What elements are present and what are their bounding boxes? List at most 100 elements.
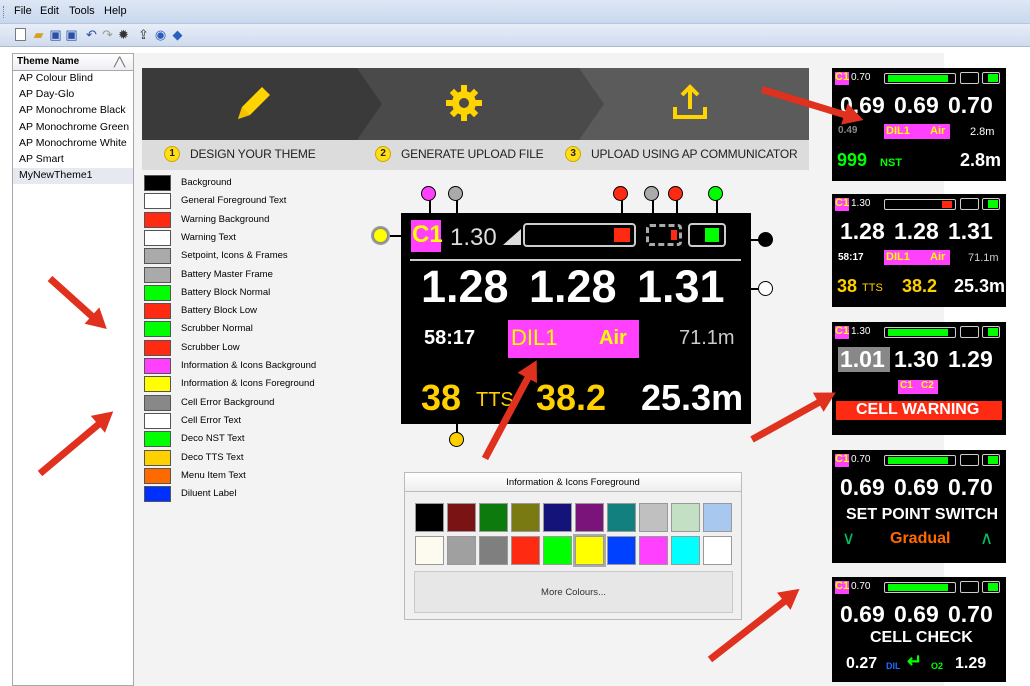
- screen-value-2: 1.29: [955, 655, 987, 672]
- colour-cell[interactable]: [607, 503, 636, 532]
- info-fg-marker[interactable]: [373, 228, 388, 243]
- help-icon[interactable]: ◉: [153, 27, 168, 42]
- colour-cell[interactable]: [511, 536, 540, 565]
- colour-cell[interactable]: [415, 503, 444, 532]
- colour-cell[interactable]: [703, 503, 732, 532]
- menu-file[interactable]: File: [14, 5, 32, 17]
- setpoint-marker[interactable]: [448, 186, 463, 201]
- colour-swatch[interactable]: [144, 266, 171, 283]
- colour-setting-label: Background: [181, 177, 232, 188]
- colour-swatch[interactable]: [144, 284, 171, 301]
- colour-swatch[interactable]: [144, 449, 171, 466]
- colour-swatch[interactable]: [144, 358, 171, 374]
- colour-cell[interactable]: [607, 536, 636, 565]
- tts-text-marker[interactable]: [449, 432, 464, 447]
- colour-swatch[interactable]: [144, 467, 171, 484]
- colour-swatch[interactable]: [144, 412, 171, 429]
- settings-icon[interactable]: ✹: [116, 27, 131, 42]
- save-icon[interactable]: ▣: [48, 27, 63, 42]
- screen-ppo2: 0.70: [948, 601, 993, 627]
- colour-setting-label: Cell Error Text: [181, 414, 242, 426]
- theme-item[interactable]: AP Monochrome Green: [13, 120, 133, 136]
- theme-list-header[interactable]: Theme Name ╱╲: [13, 54, 133, 71]
- colour-cell[interactable]: [543, 536, 572, 565]
- more-colours-button[interactable]: More Colours...: [414, 571, 733, 613]
- colour-setting-label: Battery Block Normal: [181, 286, 271, 298]
- colour-cell[interactable]: [415, 536, 444, 565]
- colour-swatch[interactable]: [144, 193, 171, 210]
- colour-cell[interactable]: [639, 503, 668, 532]
- menu-edit[interactable]: Edit: [40, 5, 59, 17]
- colour-cell[interactable]: [703, 536, 732, 565]
- colour-swatch[interactable]: [144, 376, 171, 393]
- theme-item[interactable]: MyNewTheme1: [13, 168, 133, 185]
- menu-help[interactable]: Help: [104, 5, 127, 17]
- redo-icon[interactable]: ↷: [100, 27, 115, 42]
- scrubber-normal-marker[interactable]: [708, 186, 723, 201]
- save-as-icon[interactable]: ▣: [64, 27, 79, 42]
- colour-setting-label: Deco TTS Text: [181, 451, 244, 463]
- chevron-down-icon: ∨: [842, 528, 856, 548]
- open-icon[interactable]: ▰: [31, 27, 46, 42]
- scrubber-low-marker[interactable]: [668, 186, 683, 201]
- colour-cell[interactable]: [447, 503, 476, 532]
- diamond-icon[interactable]: ◆: [170, 27, 185, 42]
- colour-swatch[interactable]: [144, 175, 171, 191]
- screen-ppo2: 0.69: [894, 601, 939, 627]
- colour-swatch[interactable]: [144, 229, 171, 246]
- colour-swatch[interactable]: [144, 394, 171, 411]
- screen-depth-2: 2.8m: [960, 150, 1002, 170]
- info-bg-marker[interactable]: [421, 186, 436, 201]
- screen-ppo2: 1.30: [894, 346, 939, 372]
- colour-cell[interactable]: [575, 503, 604, 532]
- colour-cell[interactable]: [543, 503, 572, 532]
- theme-item[interactable]: AP Smart: [13, 152, 133, 168]
- colour-cell[interactable]: [573, 534, 606, 567]
- undo-icon[interactable]: ↶: [84, 27, 99, 42]
- example-screen-2: C1 1.30 1.28 1.28 1.31 58:17 DIL1 Air 71…: [832, 194, 1006, 307]
- colour-swatch[interactable]: [144, 486, 171, 503]
- scrubber-icon: [960, 326, 979, 338]
- upload-icon[interactable]: ⇪: [136, 27, 151, 42]
- depth-value: 71.1m: [679, 327, 735, 349]
- colour-cell[interactable]: [479, 536, 508, 565]
- screen-tts-value: 38: [837, 276, 858, 296]
- pencil-icon: [238, 87, 270, 119]
- diluent-label: DIL1: [511, 325, 558, 350]
- colour-cell[interactable]: [671, 536, 700, 565]
- screen-nst-label: NST: [880, 157, 902, 169]
- colour-setting-label: General Foreground Text: [181, 195, 287, 207]
- screen-ppo2: 0.70: [948, 92, 993, 118]
- colour-cell[interactable]: [479, 503, 508, 532]
- colour-cell[interactable]: [671, 503, 700, 532]
- colour-setting-label: Setpoint, Icons & Frames: [181, 250, 288, 262]
- screen-flag: C2: [921, 380, 934, 391]
- colour-swatch[interactable]: [144, 303, 171, 320]
- menu-tools[interactable]: Tools: [69, 5, 95, 17]
- scrubber-frame-marker[interactable]: [644, 186, 659, 201]
- colour-cell[interactable]: [447, 536, 476, 565]
- upload-arrow-icon: [673, 84, 707, 119]
- theme-item[interactable]: AP Monochrome Black: [13, 103, 133, 119]
- colour-swatch[interactable]: [144, 339, 171, 356]
- colour-cell[interactable]: [511, 503, 540, 532]
- screen-cell: C1: [835, 197, 850, 209]
- screen-setpoint: 0.70: [851, 72, 871, 83]
- theme-item[interactable]: AP Colour Blind: [13, 71, 133, 87]
- colour-setting-label: Menu Item Text: [181, 469, 246, 481]
- foreground-text-marker[interactable]: [758, 281, 773, 296]
- battery-low-marker[interactable]: [613, 186, 628, 201]
- colour-swatch[interactable]: [144, 431, 171, 448]
- colour-setting-label: Information & Icons Foreground: [181, 378, 315, 390]
- theme-item[interactable]: AP Monochrome White: [13, 136, 133, 152]
- theme-list-panel: Theme Name ╱╲ AP Colour Blind AP Day-Glo AP…: [12, 53, 134, 686]
- theme-item[interactable]: AP Day-Glo: [13, 87, 133, 103]
- colour-swatch[interactable]: [144, 248, 171, 265]
- background-marker[interactable]: [758, 232, 773, 247]
- step-1: 1 DESIGN YOUR THEME: [164, 146, 316, 162]
- colour-swatch[interactable]: [144, 321, 171, 338]
- secondary-depth: 25.3m: [641, 377, 744, 418]
- new-icon[interactable]: [15, 28, 26, 41]
- colour-swatch[interactable]: [144, 211, 171, 228]
- colour-cell[interactable]: [639, 536, 668, 565]
